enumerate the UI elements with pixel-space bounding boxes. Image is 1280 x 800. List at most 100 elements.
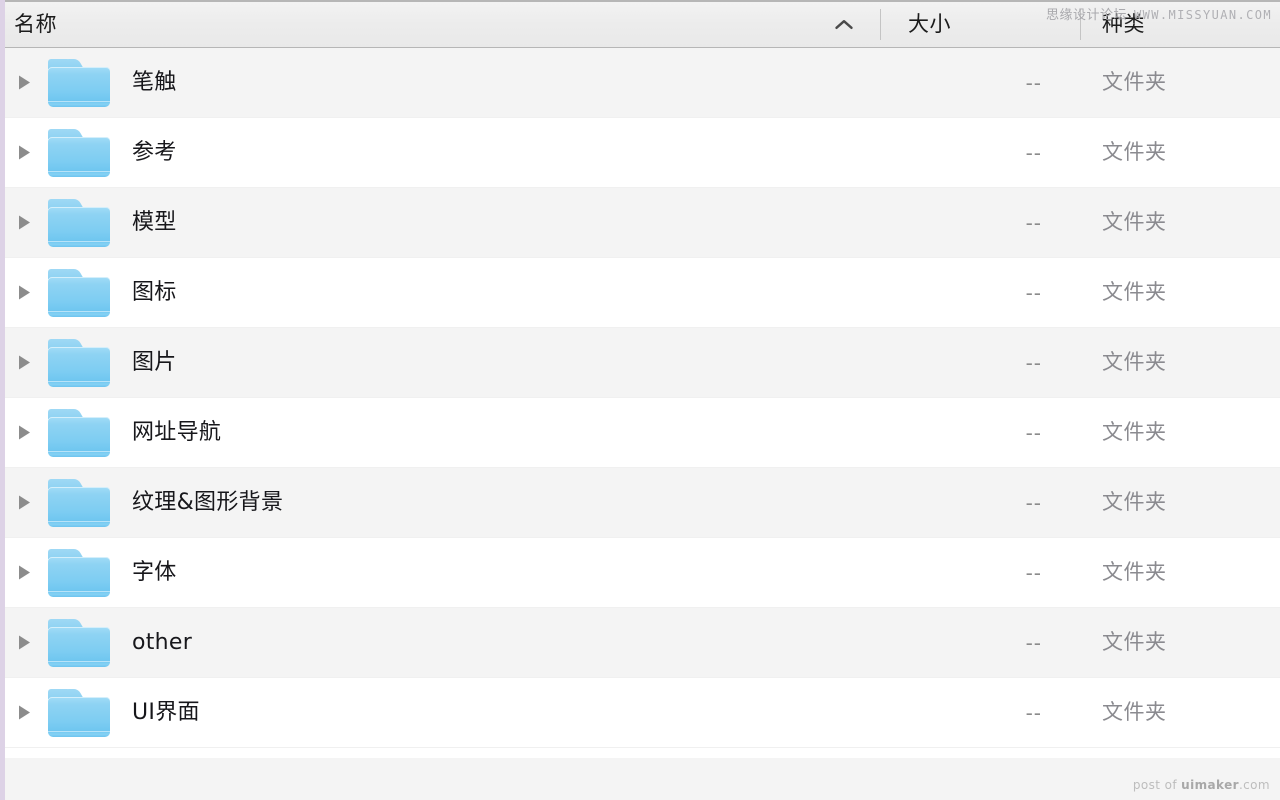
table-row[interactable]: 纹理&图形背景 -- 文件夹 xyxy=(0,468,1280,538)
file-kind-label: 文件夹 xyxy=(1102,140,1167,164)
cell-size: -- xyxy=(880,703,1080,723)
column-header-name-label: 名称 xyxy=(14,12,57,36)
file-kind-label: 文件夹 xyxy=(1102,630,1167,654)
column-header-name[interactable]: 名称 xyxy=(0,2,880,47)
file-kind-label: 文件夹 xyxy=(1102,490,1167,514)
folder-icon xyxy=(48,338,110,387)
cell-kind: 文件夹 xyxy=(1080,142,1280,163)
disclosure-triangle-icon[interactable] xyxy=(0,74,48,91)
table-row[interactable]: 图标 -- 文件夹 xyxy=(0,258,1280,328)
cell-name: 字体 xyxy=(0,548,880,597)
finder-list-window: 名称 大小 种类 笔触 -- 文件夹 参考 -- 文件夹 模型 -- 文件夹 图标 -- 文件夹 图片 -… xyxy=(0,0,1280,800)
disclosure-triangle-icon[interactable] xyxy=(0,494,48,511)
folder-icon xyxy=(48,408,110,457)
file-name-label: other xyxy=(132,629,193,655)
cell-size: -- xyxy=(880,353,1080,373)
file-size-label: -- xyxy=(1025,280,1042,305)
file-size-label: -- xyxy=(1025,70,1042,95)
folder-icon xyxy=(48,478,110,527)
table-row[interactable]: 模型 -- 文件夹 xyxy=(0,188,1280,258)
cell-name: 纹理&图形背景 xyxy=(0,478,880,527)
folder-icon xyxy=(48,198,110,247)
disclosure-triangle-icon[interactable] xyxy=(0,354,48,371)
column-header-size[interactable]: 大小 xyxy=(880,2,1080,47)
file-size-label: -- xyxy=(1025,700,1042,725)
cell-kind: 文件夹 xyxy=(1080,72,1280,93)
disclosure-triangle-icon[interactable] xyxy=(0,284,48,301)
cell-size: -- xyxy=(880,423,1080,443)
cell-kind: 文件夹 xyxy=(1080,562,1280,583)
disclosure-triangle-icon[interactable] xyxy=(0,144,48,161)
disclosure-triangle-icon[interactable] xyxy=(0,634,48,651)
file-name-label: 字体 xyxy=(132,559,177,585)
folder-icon xyxy=(48,128,110,177)
file-size-label: -- xyxy=(1025,560,1042,585)
file-kind-label: 文件夹 xyxy=(1102,420,1167,444)
file-kind-label: 文件夹 xyxy=(1102,70,1167,94)
table-row[interactable]: other -- 文件夹 xyxy=(0,608,1280,678)
cell-name: other xyxy=(0,618,880,667)
file-kind-label: 文件夹 xyxy=(1102,560,1167,584)
file-kind-label: 文件夹 xyxy=(1102,210,1167,234)
file-size-label: -- xyxy=(1025,350,1042,375)
window-left-edge xyxy=(0,0,5,800)
file-size-label: -- xyxy=(1025,210,1042,235)
table-row[interactable]: 字体 -- 文件夹 xyxy=(0,538,1280,608)
cell-name: 图标 xyxy=(0,268,880,317)
cell-kind: 文件夹 xyxy=(1080,702,1280,723)
cell-kind: 文件夹 xyxy=(1080,282,1280,303)
file-name-label: UI界面 xyxy=(132,699,200,725)
file-size-label: -- xyxy=(1025,140,1042,165)
column-header-bar: 名称 大小 种类 xyxy=(0,0,1280,48)
file-kind-label: 文件夹 xyxy=(1102,280,1167,304)
table-row[interactable]: UI界面 -- 文件夹 xyxy=(0,678,1280,748)
cell-size: -- xyxy=(880,283,1080,303)
cell-name: 网址导航 xyxy=(0,408,880,457)
file-kind-label: 文件夹 xyxy=(1102,350,1167,374)
table-row[interactable]: 网址导航 -- 文件夹 xyxy=(0,398,1280,468)
cell-kind: 文件夹 xyxy=(1080,352,1280,373)
column-header-size-label: 大小 xyxy=(908,12,951,36)
table-row[interactable]: 参考 -- 文件夹 xyxy=(0,118,1280,188)
disclosure-triangle-icon[interactable] xyxy=(0,564,48,581)
folder-icon xyxy=(48,268,110,317)
disclosure-triangle-icon[interactable] xyxy=(0,214,48,231)
cell-name: 模型 xyxy=(0,198,880,247)
cell-kind: 文件夹 xyxy=(1080,422,1280,443)
table-row[interactable]: 笔触 -- 文件夹 xyxy=(0,48,1280,118)
column-header-kind[interactable]: 种类 xyxy=(1080,2,1280,47)
cell-size: -- xyxy=(880,143,1080,163)
file-name-label: 图标 xyxy=(132,279,177,305)
file-size-label: -- xyxy=(1025,420,1042,445)
disclosure-triangle-icon[interactable] xyxy=(0,424,48,441)
file-size-label: -- xyxy=(1025,630,1042,655)
cell-name: 图片 xyxy=(0,338,880,387)
file-name-label: 图片 xyxy=(132,349,177,375)
cell-size: -- xyxy=(880,493,1080,513)
folder-icon xyxy=(48,688,110,737)
list-empty-area xyxy=(5,758,1280,800)
folder-icon xyxy=(48,548,110,597)
file-list[interactable]: 笔触 -- 文件夹 参考 -- 文件夹 模型 -- 文件夹 图标 -- 文件夹 图片 -- 文件夹 网址导航 -… xyxy=(0,48,1280,800)
table-row[interactable]: 图片 -- 文件夹 xyxy=(0,328,1280,398)
file-size-label: -- xyxy=(1025,490,1042,515)
cell-kind: 文件夹 xyxy=(1080,212,1280,233)
chevron-up-icon[interactable] xyxy=(834,18,854,32)
cell-size: -- xyxy=(880,563,1080,583)
cell-name: UI界面 xyxy=(0,688,880,737)
disclosure-triangle-icon[interactable] xyxy=(0,704,48,721)
file-name-label: 参考 xyxy=(132,139,177,165)
folder-icon xyxy=(48,58,110,107)
file-kind-label: 文件夹 xyxy=(1102,700,1167,724)
cell-size: -- xyxy=(880,213,1080,233)
file-name-label: 纹理&图形背景 xyxy=(132,489,284,515)
file-name-label: 网址导航 xyxy=(132,419,222,445)
cell-kind: 文件夹 xyxy=(1080,632,1280,653)
column-header-kind-label: 种类 xyxy=(1102,12,1145,36)
file-name-label: 笔触 xyxy=(132,69,177,95)
cell-name: 笔触 xyxy=(0,58,880,107)
cell-size: -- xyxy=(880,633,1080,653)
cell-kind: 文件夹 xyxy=(1080,492,1280,513)
folder-icon xyxy=(48,618,110,667)
cell-size: -- xyxy=(880,73,1080,93)
